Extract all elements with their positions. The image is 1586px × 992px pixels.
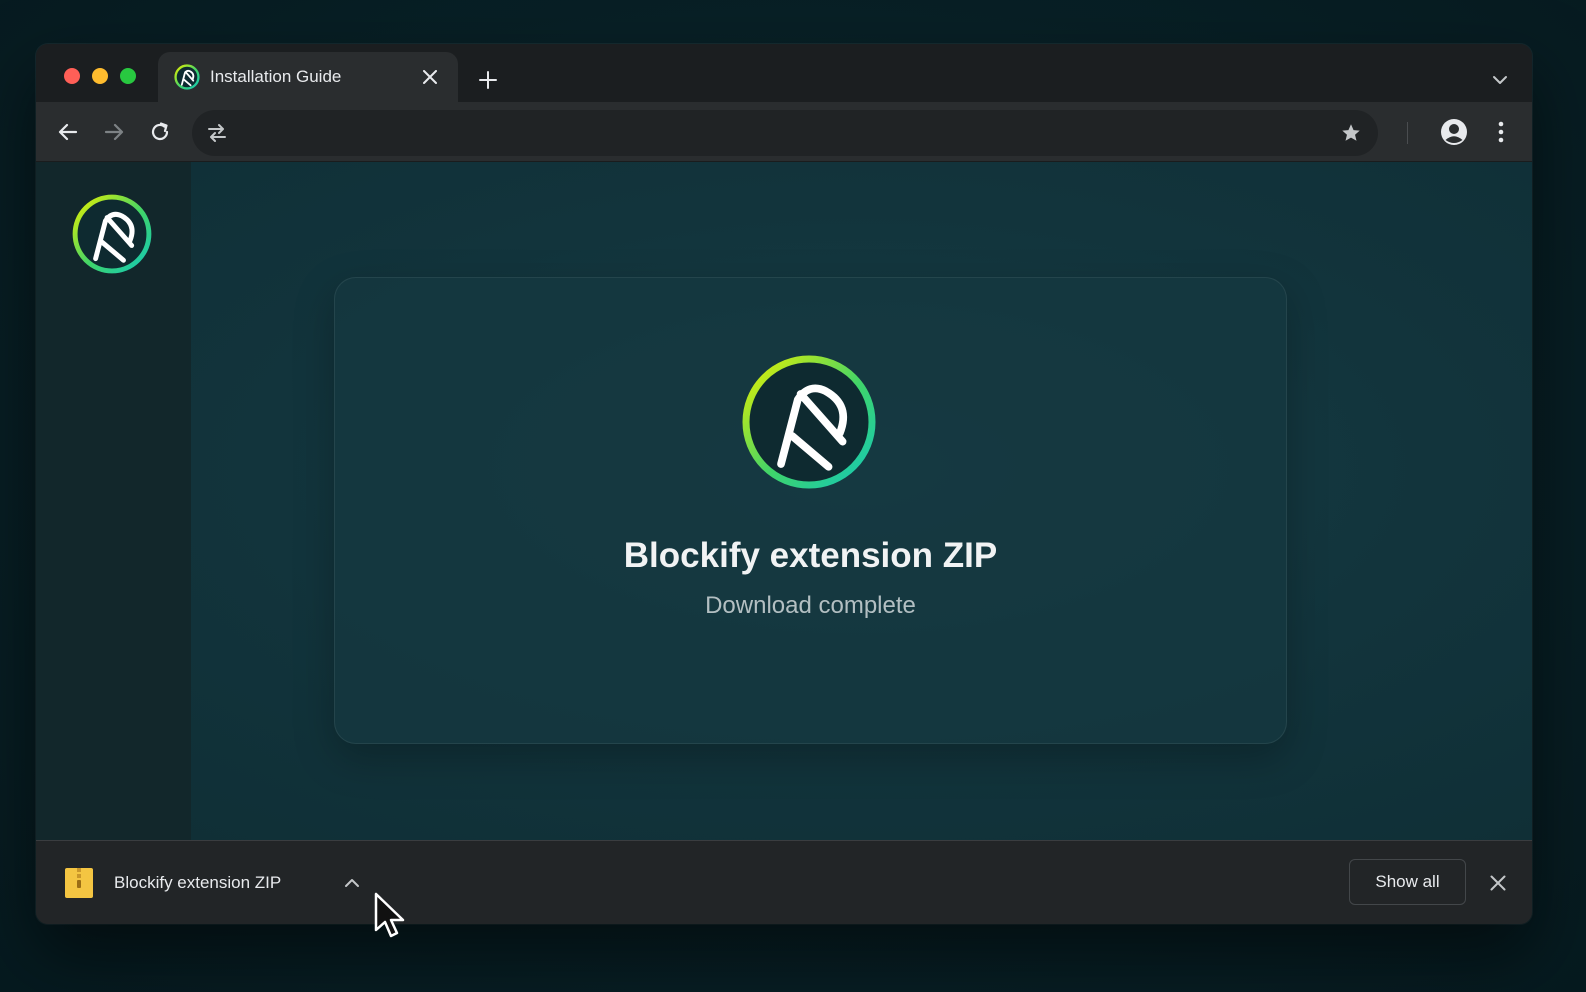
arrow-left-icon xyxy=(58,123,78,141)
back-button[interactable] xyxy=(52,116,84,148)
card-subtitle: Download complete xyxy=(705,592,916,619)
blockify-logo-icon xyxy=(174,64,200,90)
chevron-up-icon xyxy=(345,879,359,887)
tab-close-button[interactable] xyxy=(418,65,442,89)
minimize-window-button[interactable] xyxy=(92,68,108,84)
zip-file-icon xyxy=(65,868,93,898)
profile-button[interactable] xyxy=(1438,116,1470,148)
chevron-down-icon xyxy=(1493,76,1507,84)
star-icon xyxy=(1342,124,1360,141)
plus-icon xyxy=(479,71,497,89)
card-title: Blockify extension ZIP xyxy=(623,536,998,575)
close-icon xyxy=(423,70,437,84)
blockify-logo-icon[interactable] xyxy=(71,193,153,275)
tab-search-button[interactable] xyxy=(1486,66,1514,94)
address-bar[interactable] xyxy=(192,110,1378,156)
close-shelf-button[interactable] xyxy=(1484,869,1512,897)
show-all-button[interactable]: Show all xyxy=(1349,859,1466,905)
close-icon xyxy=(1490,875,1506,891)
menu-button[interactable] xyxy=(1485,116,1517,148)
browser-window: Installation Guide Blockify extension ZI… xyxy=(36,44,1532,924)
account-icon xyxy=(1441,119,1467,145)
download-shelf: Blockify extension ZIP Show all xyxy=(36,840,1532,924)
toolbar xyxy=(36,102,1532,162)
download-card: Blockify extension ZIP Download complete xyxy=(334,277,1287,744)
forward-button[interactable] xyxy=(98,116,130,148)
kebab-menu-icon xyxy=(1498,121,1504,143)
download-options-button[interactable] xyxy=(340,871,364,895)
site-info-button[interactable] xyxy=(202,118,232,148)
reload-icon xyxy=(151,122,169,141)
download-item[interactable]: Blockify extension ZIP xyxy=(48,849,368,917)
tab-strip: Installation Guide xyxy=(36,44,1532,102)
blockify-logo-icon xyxy=(742,355,876,489)
toolbar-divider xyxy=(1407,122,1408,144)
tab-title: Installation Guide xyxy=(210,67,342,86)
bookmark-button[interactable] xyxy=(1336,118,1366,148)
sidebar xyxy=(36,162,191,840)
close-window-button[interactable] xyxy=(64,68,80,84)
maximize-window-button[interactable] xyxy=(120,68,136,84)
mouse-cursor-icon xyxy=(374,892,405,938)
tune-icon xyxy=(208,124,226,142)
page-content: Blockify extension ZIP Download complete xyxy=(36,162,1532,840)
reload-button[interactable] xyxy=(144,116,176,148)
url-input[interactable] xyxy=(240,118,1320,148)
download-item-name: Blockify extension ZIP xyxy=(114,873,282,892)
tab-installation-guide[interactable]: Installation Guide xyxy=(158,52,458,102)
arrow-right-icon xyxy=(104,123,124,141)
new-tab-button[interactable] xyxy=(472,64,504,96)
